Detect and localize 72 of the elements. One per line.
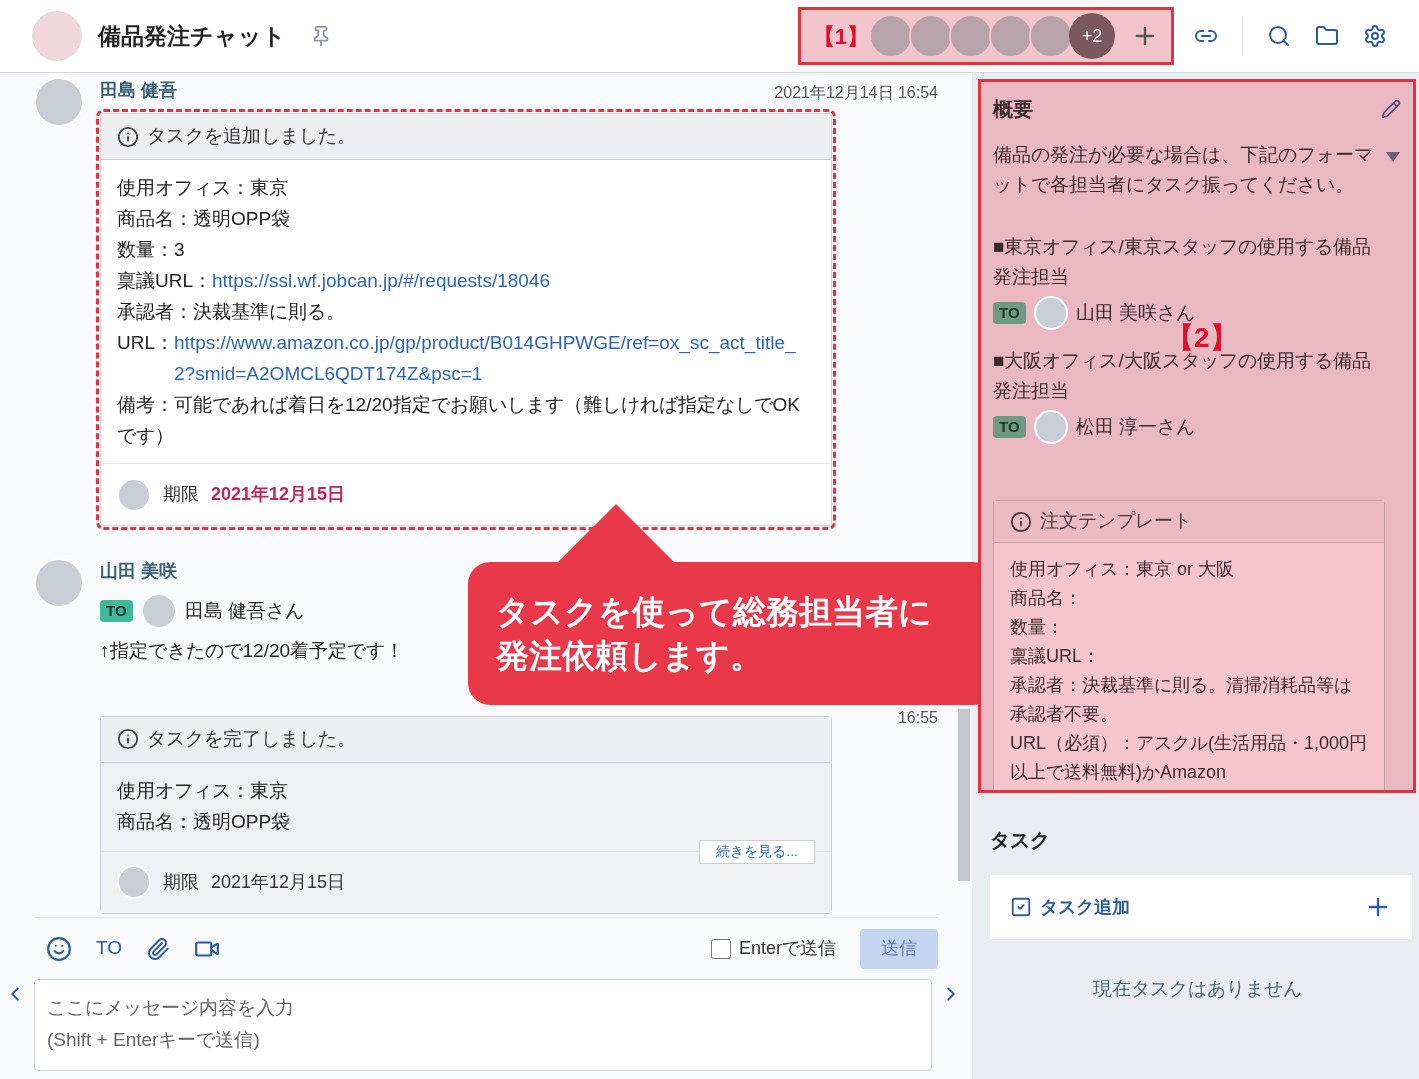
tasks-title: タスク xyxy=(990,828,1051,853)
url-link[interactable]: https://ssl.wf.jobcan.jp/#/requests/18046 xyxy=(212,265,550,296)
task-status: タスクを完了しました。 xyxy=(147,726,356,751)
enter-send-label: Enterで送信 xyxy=(738,937,836,960)
template-line: 使用オフィス：東京 or 大阪 xyxy=(1010,558,1235,581)
task-status: タスクを追加しました。 xyxy=(147,124,356,149)
enter-send-checkbox[interactable] xyxy=(710,938,731,959)
template-line: 数量： xyxy=(1010,616,1065,639)
info-icon xyxy=(1010,510,1032,533)
annotation-marker: 【1】 xyxy=(812,22,869,51)
url-link[interactable]: https://www.amazon.co.jp/gp/product/B014GHPWGE/ref=ox_sc_act_title_2?smid=A2OMCL6QDT174Z&psc=1 xyxy=(174,327,815,389)
sender-name[interactable]: 山田 美咲 xyxy=(100,558,177,585)
scrollbar[interactable] xyxy=(958,709,970,881)
avatar xyxy=(117,865,151,899)
callout-text: タスクを使って総務担当者に xyxy=(496,591,932,632)
message-time: 16:55 xyxy=(897,707,938,728)
assignment-heading: ■東京オフィス/東京スタッフの使用する備品発注担当 xyxy=(993,235,1372,289)
overview-title: 概要 xyxy=(993,97,1033,122)
empty-tasks-text: 現在タスクはありません xyxy=(1091,977,1303,1001)
emoji-icon[interactable] xyxy=(46,935,72,962)
mention-name: 松田 淳一さん xyxy=(1075,414,1195,439)
attach-icon[interactable] xyxy=(146,936,171,961)
deadline-label: 期限 xyxy=(163,870,199,894)
task-line: 稟議URL： xyxy=(117,269,212,293)
avatar xyxy=(1033,410,1068,444)
room-icon xyxy=(32,11,82,61)
to-button[interactable]: TO xyxy=(96,934,123,963)
sender-name[interactable]: 田島 健吾 xyxy=(100,77,177,104)
more-members-badge[interactable]: +2 xyxy=(1069,13,1115,59)
mention-name: 山田 美咲さん xyxy=(1075,300,1195,323)
dropdown-caret-icon[interactable] xyxy=(1386,152,1400,162)
deadline-label: 期限 xyxy=(163,483,199,506)
avatar xyxy=(1033,296,1068,330)
assignment-heading: ■大阪オフィス/大阪スタッフの使用する備品発注担当 xyxy=(993,350,1372,403)
overview-text: 備品の発注が必要な場合は、下記のフォーマットで各担当者にタスク振ってください。 xyxy=(993,143,1374,197)
template-line: URL（必須）：アスクル(生活用品・1,000円以上で送料無料)かAmazon xyxy=(1010,732,1368,784)
add-task-label[interactable]: タスク追加 xyxy=(1040,893,1130,921)
settings-icon[interactable] xyxy=(1363,24,1387,48)
room-title: 備品発注チャット xyxy=(98,21,286,51)
task-checkbox-icon xyxy=(1010,896,1032,918)
deadline-date: 2021年12月15日 xyxy=(211,870,346,894)
template-title: 注文テンプレート xyxy=(1040,509,1192,534)
mention-name: 田島 健吾さん xyxy=(184,598,304,623)
message-input[interactable]: ここにメッセージ内容を入力 (Shift + Enterキーで送信) xyxy=(34,979,932,1071)
message-time: 2021年12月14日 16:54 xyxy=(774,83,938,103)
task-line: 使用オフィス：東京 xyxy=(117,778,289,803)
to-badge: TO xyxy=(993,415,1026,439)
task-line: 商品名：透明OPP袋 xyxy=(117,809,292,834)
message-text: ↑指定できたので12/20着予定です！ xyxy=(100,639,405,663)
see-more-button[interactable]: 続きを見る... xyxy=(699,839,815,864)
to-badge: TO xyxy=(100,599,133,623)
to-badge: TO xyxy=(993,301,1026,325)
folder-icon[interactable] xyxy=(1315,24,1339,48)
task-line: 使用オフィス：東京 xyxy=(117,176,289,200)
task-line: URL： xyxy=(117,331,174,355)
deadline-date: 2021年12月15日 xyxy=(211,483,346,506)
edit-icon[interactable] xyxy=(1381,99,1401,119)
avatar xyxy=(34,558,84,608)
avatar xyxy=(140,593,177,629)
avatar xyxy=(34,77,84,127)
info-icon xyxy=(117,728,139,750)
info-icon xyxy=(117,125,139,148)
annotation-marker: 【2】 xyxy=(1166,321,1238,353)
task-line: 承認者：決裁基準に則る。 xyxy=(117,300,346,324)
task-line: 商品名：透明OPP袋 xyxy=(117,207,292,231)
task-line: 備考：可能であれば着日を12/20指定でお願いします（難しければ指定なしでOKです） xyxy=(117,393,801,448)
task-line: 数量：3 xyxy=(117,238,186,262)
template-line: 稟議URL： xyxy=(1010,645,1101,668)
template-line: 商品名： xyxy=(1010,587,1083,610)
callout-text: 発注依頼します。 xyxy=(496,635,764,676)
template-line: 承認者：決裁基準に則る。清掃消耗品等は承認者不要。 xyxy=(1010,674,1353,726)
search-icon[interactable] xyxy=(1267,24,1291,48)
